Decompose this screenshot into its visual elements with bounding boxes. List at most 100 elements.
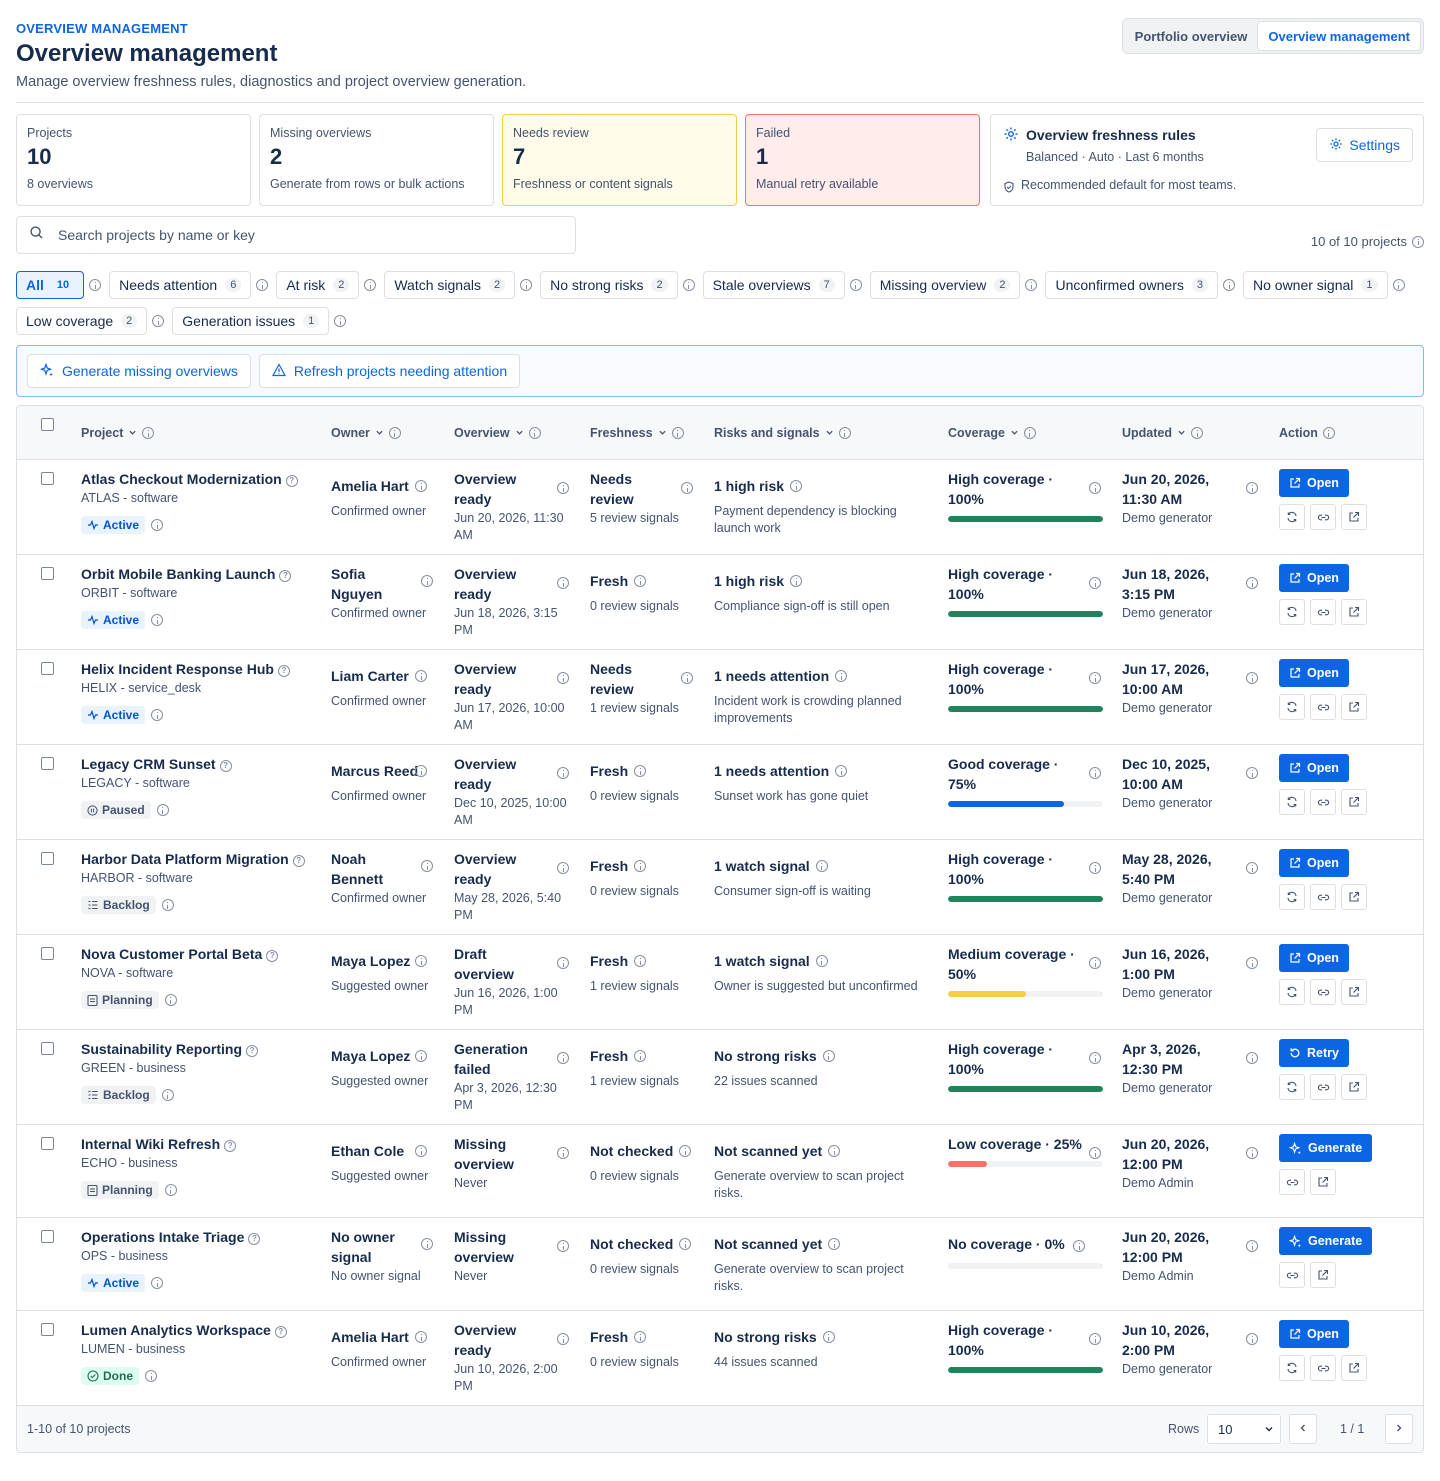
info-icon[interactable] xyxy=(415,1050,427,1062)
refresh-button[interactable] xyxy=(1279,789,1305,815)
info-icon[interactable] xyxy=(1246,672,1258,684)
info-icon[interactable] xyxy=(151,709,164,721)
open-button[interactable]: Open xyxy=(1279,754,1349,782)
filter-chip-stale-overviews[interactable]: Stale overviews 7 xyxy=(702,271,845,299)
refresh-button[interactable] xyxy=(1279,504,1305,530)
column-header-project[interactable]: Project xyxy=(81,426,155,440)
info-icon[interactable] xyxy=(520,279,533,291)
copy-link-button[interactable] xyxy=(1310,504,1336,530)
row-checkbox[interactable] xyxy=(41,1230,54,1243)
column-header-risks-and-signals[interactable]: Risks and signals xyxy=(714,426,851,440)
copy-link-button[interactable] xyxy=(1310,789,1336,815)
info-icon[interactable] xyxy=(1246,862,1258,874)
project-name-link[interactable]: Legacy CRM Sunset xyxy=(81,756,216,772)
info-icon[interactable] xyxy=(634,860,647,872)
info-icon[interactable] xyxy=(835,670,848,682)
info-icon[interactable] xyxy=(334,315,347,327)
open-button[interactable]: Open xyxy=(1279,564,1349,592)
open-new-tab-button[interactable] xyxy=(1341,504,1367,530)
select-all-checkbox[interactable] xyxy=(41,418,54,431)
retry-button[interactable]: Retry xyxy=(1279,1039,1349,1067)
info-icon[interactable] xyxy=(415,1145,427,1157)
info-icon[interactable] xyxy=(557,482,569,494)
info-icon[interactable] xyxy=(815,860,828,872)
project-name-link[interactable]: Internal Wiki Refresh xyxy=(81,1136,220,1152)
column-header-freshness[interactable]: Freshness xyxy=(590,426,684,440)
open-button[interactable]: Open xyxy=(1279,469,1349,497)
info-icon[interactable] xyxy=(1223,279,1235,291)
refresh-button[interactable] xyxy=(1279,694,1305,720)
info-icon[interactable] xyxy=(1412,235,1424,248)
column-header-updated[interactable]: Updated xyxy=(1122,426,1203,440)
info-icon[interactable] xyxy=(415,765,427,777)
info-icon[interactable] xyxy=(151,614,164,626)
info-icon[interactable] xyxy=(557,672,569,684)
info-icon[interactable] xyxy=(415,955,427,967)
info-icon[interactable] xyxy=(557,1052,569,1064)
help-icon[interactable]: ? xyxy=(219,760,232,772)
info-icon[interactable] xyxy=(145,1370,157,1382)
refresh-button[interactable] xyxy=(1279,599,1305,625)
info-icon[interactable] xyxy=(634,955,647,967)
info-icon[interactable] xyxy=(681,482,693,494)
open-new-tab-button[interactable] xyxy=(1341,979,1367,1005)
info-icon[interactable] xyxy=(388,427,401,439)
info-icon[interactable] xyxy=(835,765,848,777)
info-icon[interactable] xyxy=(142,427,155,439)
info-icon[interactable] xyxy=(557,957,569,969)
open-button[interactable]: Open xyxy=(1279,1320,1349,1348)
info-icon[interactable] xyxy=(256,279,269,291)
info-icon[interactable] xyxy=(1246,1333,1258,1345)
info-icon[interactable] xyxy=(634,765,647,777)
info-icon[interactable] xyxy=(421,1238,433,1250)
info-icon[interactable] xyxy=(634,1331,647,1343)
project-name-link[interactable]: Lumen Analytics Workspace xyxy=(81,1322,271,1338)
info-icon[interactable] xyxy=(682,279,695,291)
filter-chip-watch-signals[interactable]: Watch signals 2 xyxy=(384,271,516,299)
info-icon[interactable] xyxy=(790,575,803,587)
copy-link-button[interactable] xyxy=(1310,599,1336,625)
info-icon[interactable] xyxy=(822,1331,835,1343)
info-icon[interactable] xyxy=(815,955,828,967)
filter-chip-missing-overview[interactable]: Missing overview 2 xyxy=(869,271,1021,299)
column-header-overview[interactable]: Overview xyxy=(454,426,541,440)
project-name-link[interactable]: Orbit Mobile Banking Launch xyxy=(81,566,275,582)
open-new-tab-button[interactable] xyxy=(1341,599,1367,625)
help-icon[interactable]: ? xyxy=(277,665,290,677)
refresh-button[interactable] xyxy=(1279,979,1305,1005)
info-icon[interactable] xyxy=(849,279,862,291)
open-new-tab-button[interactable] xyxy=(1341,884,1367,910)
info-icon[interactable] xyxy=(838,427,851,439)
info-icon[interactable] xyxy=(1246,577,1258,589)
info-icon[interactable] xyxy=(1246,1240,1258,1252)
info-icon[interactable] xyxy=(1246,1147,1258,1159)
info-icon[interactable] xyxy=(151,1277,164,1289)
info-icon[interactable] xyxy=(528,427,541,439)
info-icon[interactable] xyxy=(421,860,433,872)
info-icon[interactable] xyxy=(557,862,569,874)
info-icon[interactable] xyxy=(151,519,164,531)
info-icon[interactable] xyxy=(161,899,174,911)
generate-missing-button[interactable]: Generate missing overviews xyxy=(27,354,251,388)
help-icon[interactable]: ? xyxy=(266,950,279,962)
filter-chip-at-risk[interactable]: At risk 2 xyxy=(276,271,360,299)
row-checkbox[interactable] xyxy=(41,567,54,580)
info-icon[interactable] xyxy=(1025,279,1038,291)
settings-button[interactable]: Settings xyxy=(1316,128,1413,162)
info-icon[interactable] xyxy=(828,1238,841,1250)
info-icon[interactable] xyxy=(1089,577,1101,589)
info-icon[interactable] xyxy=(421,575,433,587)
row-checkbox[interactable] xyxy=(41,472,54,485)
info-icon[interactable] xyxy=(1246,767,1258,779)
info-icon[interactable] xyxy=(1322,427,1335,439)
project-name-link[interactable]: Sustainability Reporting xyxy=(81,1041,242,1057)
refresh-button[interactable] xyxy=(1279,1355,1305,1381)
help-icon[interactable]: ? xyxy=(248,1233,261,1245)
info-icon[interactable] xyxy=(1089,1333,1101,1345)
search-input[interactable] xyxy=(58,227,538,243)
help-icon[interactable]: ? xyxy=(246,1045,259,1057)
info-icon[interactable] xyxy=(822,1050,835,1062)
open-new-tab-button[interactable] xyxy=(1310,1262,1336,1288)
prev-page-button[interactable] xyxy=(1289,1414,1317,1444)
info-icon[interactable] xyxy=(1089,672,1101,684)
